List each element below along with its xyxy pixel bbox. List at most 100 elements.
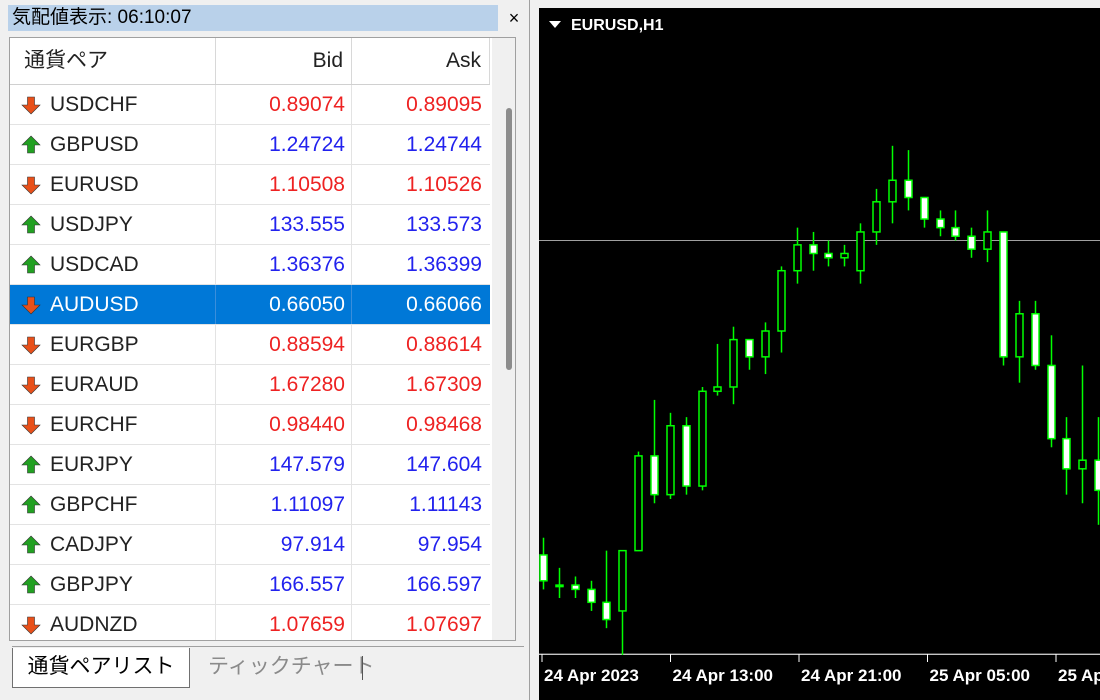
bid-price: 1.10508 — [216, 165, 352, 204]
bid-price: 0.89074 — [216, 85, 352, 124]
ask-price: 1.24744 — [406, 133, 482, 156]
bid-price: 147.579 — [216, 445, 352, 484]
bid-price: 1.24724 — [216, 125, 352, 164]
candle-body — [729, 338, 738, 388]
symbol-name: GBPJPY — [10, 565, 216, 604]
ask-price: 1.36399 — [406, 253, 482, 276]
scrollbar-thumb[interactable] — [506, 108, 512, 370]
ask-price: 0.66066 — [406, 293, 482, 316]
table-row[interactable]: EURUSD 1.10508 1.10526 — [10, 165, 490, 205]
table-row[interactable]: GBPCHF 1.11097 1.11143 — [10, 485, 490, 525]
ask-price: 133.573 — [406, 213, 482, 236]
table-header: 通貨ペア Bid Ask — [10, 38, 490, 85]
table-row[interactable]: USDJPY 133.555 133.573 — [10, 205, 490, 245]
column-header-ask[interactable]: Ask — [352, 38, 490, 84]
symbol-name: USDCAD — [10, 245, 216, 284]
symbol-name: EURAUD — [10, 365, 216, 404]
bid-price: 1.36376 — [216, 245, 352, 284]
symbol-name: CADJPY — [10, 525, 216, 564]
table-row[interactable]: EURAUD 1.67280 1.67309 — [10, 365, 490, 405]
bid-price: 1.11097 — [216, 485, 352, 524]
symbol-name: EURCHF — [10, 405, 216, 444]
ask-price: 0.98468 — [406, 413, 482, 436]
candle-body — [555, 584, 564, 588]
ask-price: 1.10526 — [406, 173, 482, 196]
candle-body — [809, 244, 818, 255]
candle-body — [872, 201, 881, 233]
table-row[interactable]: AUDUSD 0.66050 0.66066 — [10, 285, 490, 325]
candle-body — [666, 424, 675, 496]
chart-window[interactable]: EURUSD,H1 24 Apr 2023 24 Apr 13:00 24 Apr … — [533, 0, 1100, 700]
tab-symbols[interactable]: 通貨ペアリスト — [12, 648, 190, 688]
table-row[interactable]: EURCHF 0.98440 0.98468 — [10, 405, 490, 445]
table-row[interactable]: EURGBP 0.88594 0.88614 — [10, 325, 490, 365]
market-watch-title[interactable]: 気配値表示: 06:10:07 — [8, 5, 498, 31]
candle-body — [602, 601, 611, 621]
ask-price: 97.954 — [417, 533, 482, 556]
bid-price: 1.07659 — [216, 605, 352, 640]
tab-tick-chart[interactable]: ティックチャート — [208, 648, 375, 686]
price-chart[interactable]: EURUSD,H1 24 Apr 2023 24 Apr 13:00 24 Apr … — [533, 0, 1100, 700]
table-row[interactable]: GBPJPY 166.557 166.597 — [10, 565, 490, 605]
x-axis-labels: 24 Apr 2023 24 Apr 13:00 24 Apr 21:00 25 Ap… — [539, 654, 1100, 700]
ask-price: 147.604 — [406, 453, 482, 476]
table-row[interactable]: GBPUSD 1.24724 1.24744 — [10, 125, 490, 165]
candle-body — [634, 455, 643, 552]
tabs-divider — [12, 646, 524, 647]
symbol-name: AUDUSD — [10, 285, 216, 324]
candle-body — [698, 390, 707, 487]
column-header-symbol[interactable]: 通貨ペア — [10, 38, 216, 84]
candle-body — [840, 252, 849, 259]
market-watch-panel: 気配値表示: 06:10:07 × 通貨ペア Bid Ask USDCHF 0.8… — [0, 0, 530, 700]
x-tick-label: 25 Apr 05:00 — [930, 666, 1030, 685]
candle — [682, 417, 691, 495]
candle-body — [1062, 437, 1071, 470]
candle-body — [539, 554, 548, 582]
ask-price: 1.67309 — [406, 373, 482, 396]
candle-body — [1015, 313, 1024, 358]
table-row[interactable]: EURJPY 147.579 147.604 — [10, 445, 490, 485]
candle-body — [1031, 313, 1040, 367]
column-header-bid[interactable]: Bid — [216, 38, 352, 84]
candle-body — [571, 584, 580, 591]
candle-body — [999, 231, 1008, 358]
symbol-rows: USDCHF 0.89074 0.89095 GBPUSD 1.24724 1.24744… — [10, 85, 490, 640]
candle-body — [936, 218, 945, 229]
candle-body — [777, 269, 786, 332]
ask-price: 1.11143 — [409, 493, 482, 516]
ask-price: 1.07697 — [406, 613, 482, 636]
candle-body — [745, 338, 754, 358]
table-row[interactable]: CADJPY 97.914 97.954 — [10, 525, 490, 565]
candle — [666, 412, 675, 499]
symbol-name: EURJPY — [10, 445, 216, 484]
bid-price: 0.88594 — [216, 325, 352, 364]
symbol-name: AUDNZD — [10, 605, 216, 640]
ask-price: 166.597 — [406, 573, 482, 596]
close-icon[interactable]: × — [502, 5, 526, 31]
candle-body — [1094, 459, 1100, 492]
candle-body — [650, 455, 659, 496]
chart-title: EURUSD,H1 — [571, 17, 664, 34]
x-tick-label: 24 Apr 21:00 — [801, 666, 901, 685]
table-row[interactable]: USDCHF 0.89074 0.89095 — [10, 85, 490, 125]
candle-body — [1047, 364, 1056, 440]
candle — [999, 231, 1008, 366]
candle-body — [1078, 459, 1087, 470]
symbol-table: 通貨ペア Bid Ask USDCHF 0.89074 0.89095 GBPUSD 1… — [9, 37, 516, 641]
x-tick-label: 24 Apr 2023 — [544, 666, 639, 685]
ask-price: 0.89095 — [406, 93, 482, 116]
table-row[interactable]: USDCAD 1.36376 1.36399 — [10, 245, 490, 285]
table-row[interactable]: AUDNZD 1.07659 1.07697 — [10, 605, 490, 640]
bid-price: 0.98440 — [216, 405, 352, 444]
bid-price: 1.67280 — [216, 365, 352, 404]
candle-body — [983, 231, 992, 250]
market-watch-tabs: 通貨ペアリスト ティックチャート — [0, 646, 530, 700]
symbol-name: GBPCHF — [10, 485, 216, 524]
candle-body — [920, 196, 929, 220]
ask-price: 0.88614 — [406, 333, 482, 356]
candle — [698, 386, 707, 491]
symbol-name: USDJPY — [10, 205, 216, 244]
bid-price: 133.555 — [216, 205, 352, 244]
x-tick-label: 24 Apr 13:00 — [673, 666, 773, 685]
candle-body — [951, 226, 960, 238]
